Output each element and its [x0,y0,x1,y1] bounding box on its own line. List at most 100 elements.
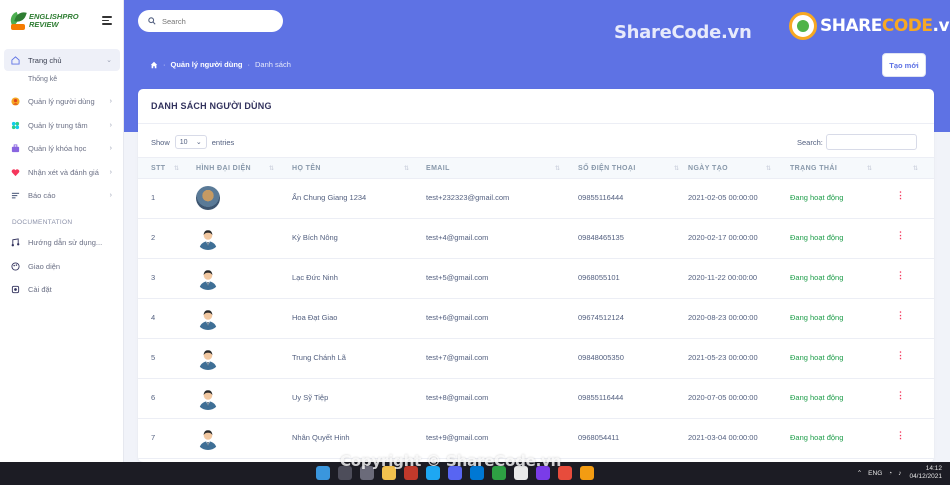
sidebar-item-home[interactable]: Trang chủ ⌄ [4,49,120,71]
row-actions-menu-icon[interactable]: ⋮ [896,190,905,201]
cell-name: Kỳ Bích Nông [292,233,338,242]
cell-created: 2020-02-17 00:00:00 [688,233,758,242]
brand-suffix: CODE [881,16,933,36]
users-card: DANH SÁCH NGƯỜI DÙNG Show 10 ⌄ entries S… [138,89,934,462]
table-row[interactable]: 4 Hoa Đạt Giao test+6@gmail.com 09674512124… [138,299,934,339]
search-box[interactable] [138,10,283,32]
menu-toggle-icon[interactable] [102,16,112,25]
home-icon [10,55,20,65]
avatar [196,186,220,210]
clock-time: 14:12 [925,465,942,472]
sidebar-item-courses[interactable]: Quản lý khóa học › [4,138,120,160]
sidebar-item-label: Quản lý trung tâm [28,120,88,130]
cell-name: Lạc Đức Ninh [292,273,338,282]
avatar [196,426,220,450]
breadcrumb-current: Danh sách [255,60,291,69]
app-icon[interactable] [580,466,594,480]
status-badge: Đang hoạt động [790,393,844,402]
table-body: 1 Ẩn Chung Giang 1234 test+232323@gmail.co… [138,179,934,459]
avatar [196,226,220,250]
cell-email: test+5@gmail.com [426,273,489,282]
chevron-right-icon: › [109,145,112,152]
table-row[interactable]: 2 Kỳ Bích Nông test+4@gmail.com 09848465135… [138,219,934,259]
logo-line-2: REVIEW [29,20,59,29]
cell-stt: 2 [151,233,156,242]
row-actions-menu-icon[interactable]: ⋮ [896,390,905,401]
sidebar-item-guide[interactable]: Hướng dẫn sử dụng... [4,232,120,254]
status-badge: Đang hoạt động [790,193,844,202]
row-actions-menu-icon[interactable]: ⋮ [896,310,905,321]
table-header: STT ⇅ HÌNH ĐẠI DIỆN ⇅ HỌ TÊN ⇅ EMAIL ⇅ SỐ ĐI… [138,157,934,179]
breadcrumb-link[interactable]: Quản lý người dùng [171,60,243,69]
sidebar-item-label: Cài đặt [28,285,52,294]
sidebar-item-reviews[interactable]: Nhận xét và đánh giá › [4,161,120,183]
column-header-created[interactable]: NGÀY TẠO ⇅ [688,158,771,180]
wifi-icon[interactable]: ◔ [888,470,892,477]
table-row[interactable]: 1 Ẩn Chung Giang 1234 test+232323@gmail.co… [138,179,934,219]
cell-email: test+232323@gmail.com [426,193,510,202]
cell-phone: 09674512124 [578,313,624,322]
sidebar-item-label: Hướng dẫn sử dụng... [28,238,103,247]
sort-icon: ⇅ [674,166,680,172]
sidebar-item-reports[interactable]: Báo cáo › [4,185,120,207]
column-header-email[interactable]: EMAIL ⇅ [426,158,560,180]
sidebar-item-users[interactable]: Quản lý người dùng › [4,91,120,113]
column-header-avatar[interactable]: HÌNH ĐẠI DIỆN ⇅ [196,158,274,180]
create-new-button[interactable]: Tạo mới [882,53,926,77]
sidebar-item-theme[interactable]: Giao diện [4,255,120,277]
sort-icon: ⇅ [867,166,873,172]
search-icon [148,17,156,25]
sidebar-item-settings[interactable]: Cài đặt [4,279,120,301]
sidebar-nav: Trang chủ ⌄ Thống kê Quản lý người dùng … [4,49,120,302]
cell-created: 2020-08-23 00:00:00 [688,313,758,322]
cell-phone: 09848465135 [578,233,624,242]
chevron-up-icon[interactable]: ⌃ [857,469,862,477]
column-header-stt[interactable]: STT ⇅ [151,158,179,180]
row-actions-menu-icon[interactable]: ⋮ [896,230,905,241]
table-row[interactable]: 3 Lạc Đức Ninh test+5@gmail.com 0968055101 2… [138,259,934,299]
table-row[interactable]: 5 Trung Chánh Lã test+7@gmail.com 098480053… [138,339,934,379]
cell-phone: 09848005350 [578,353,624,362]
status-badge: Đang hoạt động [790,353,844,362]
chevron-right-icon: › [109,98,112,105]
brand-tld: .vn [932,16,950,36]
page-length-control: Show 10 ⌄ entries [151,135,234,149]
sidebar-item-centers[interactable]: Quản lý trung tâm › [4,114,120,136]
column-header-status[interactable]: TRẠNG THÁI ⇅ [790,158,872,180]
cell-email: test+7@gmail.com [426,353,489,362]
table-search-input[interactable] [825,134,917,150]
divider [138,123,934,124]
row-actions-menu-icon[interactable]: ⋮ [896,350,905,361]
cell-phone: 0968055101 [578,273,620,282]
row-actions-menu-icon[interactable]: ⋮ [896,430,905,441]
row-actions-menu-icon[interactable]: ⋮ [896,270,905,281]
chevron-right-icon: › [109,168,112,176]
home-icon[interactable] [150,61,158,69]
language-indicator[interactable]: ENG [868,470,882,477]
sidebar: ENGLISHPRO REVIEW Trang chủ ⌄ Thống kê Q… [0,0,124,462]
cell-email: test+9@gmail.com [426,433,489,442]
cell-email: test+6@gmail.com [426,313,489,322]
column-header-phone[interactable]: SỐ ĐIỆN THOẠI ⇅ [578,158,679,180]
sidebar-item-label: Nhận xét và đánh giá [28,167,99,177]
cell-stt: 3 [151,273,156,282]
start-icon[interactable] [316,466,330,480]
sidebar-section-title: DOCUMENTATION [12,218,73,226]
report-icon [10,191,20,201]
clock-date: 04/12/2021 [909,473,942,480]
avatar [196,266,220,290]
footer-watermark: Copyright © ShareCode.vn [340,452,562,470]
search-input[interactable] [162,16,272,26]
cell-phone: 0968054411 [578,433,620,442]
sidebar-subitem-stats[interactable]: Thống kê [4,73,120,87]
clock[interactable]: 14:12 04/12/2021 [909,465,942,481]
cell-name: Uy Sỹ Tiệp [292,393,329,402]
chevron-down-icon: ⌄ [195,139,202,146]
volume-icon[interactable]: ♪ [898,470,901,477]
table-row[interactable]: 6 Uy Sỹ Tiệp test+8@gmail.com 09855116444 20… [138,379,934,419]
cell-created: 2021-02-05 00:00:00 [688,193,758,202]
column-header-name[interactable]: HỌ TÊN ⇅ [292,158,409,180]
page-size-select[interactable]: 10 ⌄ [174,135,207,149]
sort-icon: ⇅ [269,166,275,172]
cell-name: Trung Chánh Lã [292,353,346,362]
